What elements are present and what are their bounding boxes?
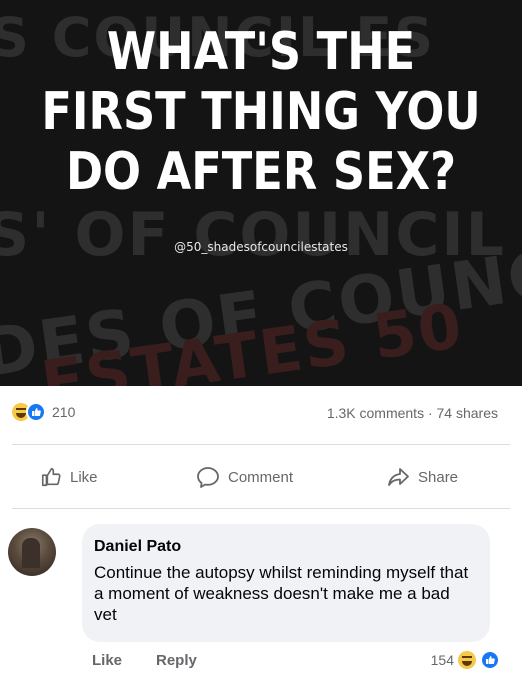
divider bbox=[12, 508, 510, 509]
share-button[interactable]: Share bbox=[386, 466, 458, 488]
reactions-summary[interactable]: 210 bbox=[12, 402, 75, 422]
comment-text: Continue the autopsy whilst reminding my… bbox=[94, 563, 469, 624]
like-reaction-icon bbox=[480, 650, 500, 670]
comment-reactions[interactable]: 154 bbox=[431, 650, 500, 670]
post-actions-bar: Like Comment Share bbox=[0, 466, 522, 496]
divider bbox=[12, 444, 510, 445]
like-reaction-icon bbox=[26, 402, 46, 422]
comment-bubble: Daniel Pato Continue the autopsy whilst … bbox=[82, 524, 490, 642]
haha-emoji-icon bbox=[458, 651, 476, 669]
speech-bubble-icon bbox=[197, 467, 219, 488]
comment-button[interactable]: Comment bbox=[196, 466, 293, 488]
thumbs-up-icon bbox=[41, 467, 61, 487]
comment-actions: Like Reply 154 bbox=[0, 650, 522, 672]
comments-shares-count[interactable]: 1.3K comments · 74 shares bbox=[327, 405, 498, 421]
reaction-count: 210 bbox=[52, 404, 76, 420]
avatar[interactable] bbox=[8, 528, 56, 576]
like-button[interactable]: Like bbox=[40, 466, 98, 488]
meme-image[interactable]: S COUNCIL ES S' OF COUNCIL DES OF COUNCI… bbox=[0, 0, 522, 386]
meme-caption-line: FIRST THING YOU bbox=[41, 82, 481, 142]
meme-caption-line: DO AFTER SEX? bbox=[65, 142, 457, 202]
meme-handle: @50_shadesofcouncilestates bbox=[174, 240, 348, 254]
comment-reply-button[interactable]: Reply bbox=[156, 652, 197, 669]
share-button-label: Share bbox=[418, 468, 459, 486]
comment-button-label: Comment bbox=[228, 468, 294, 486]
comment-reaction-count: 154 bbox=[430, 652, 454, 668]
post-stats: 210 1.3K comments · 74 shares bbox=[0, 400, 522, 424]
comment-like-button[interactable]: Like bbox=[92, 652, 122, 669]
meme-caption: WHAT'S THE FIRST THING YOU DO AFTER SEX? bbox=[37, 22, 486, 202]
meme-caption-line: WHAT'S THE bbox=[106, 22, 416, 82]
comment-author[interactable]: Daniel Pato bbox=[94, 538, 490, 556]
like-button-label: Like bbox=[70, 468, 98, 486]
share-arrow-icon bbox=[388, 468, 409, 486]
